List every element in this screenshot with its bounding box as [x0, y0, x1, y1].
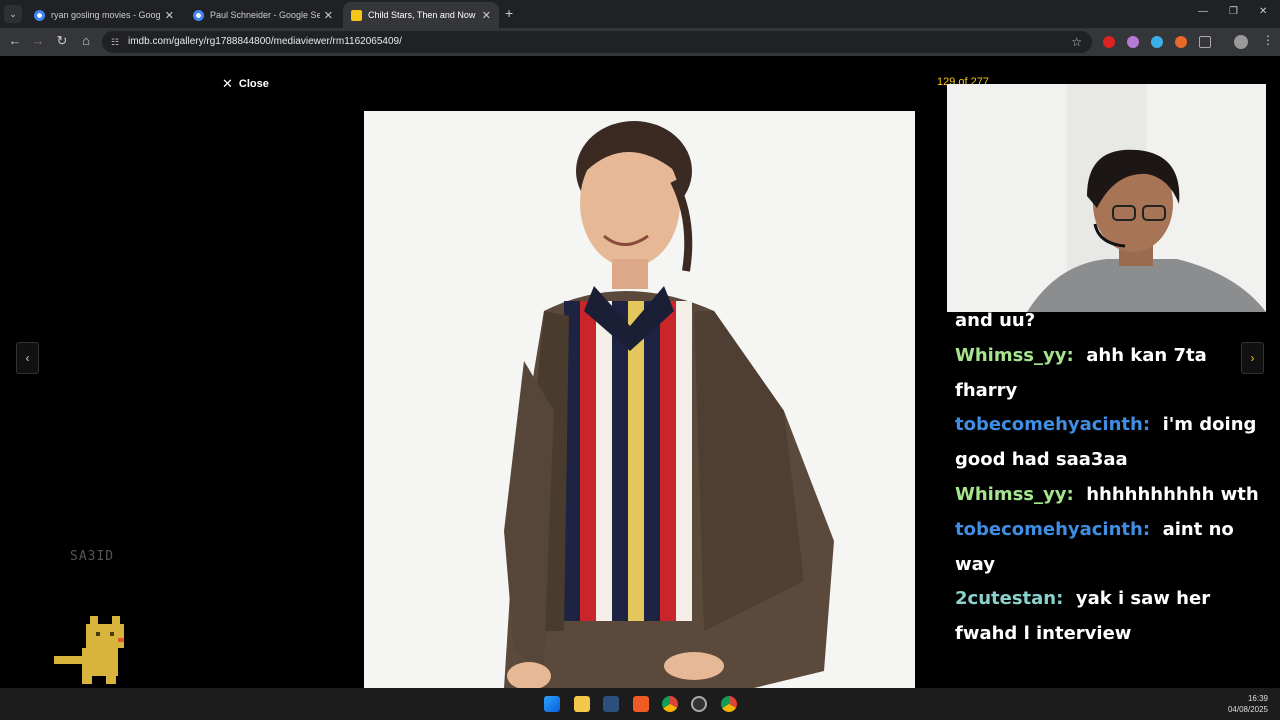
- back-icon[interactable]: ←: [6, 33, 24, 48]
- menu-icon[interactable]: ⋮: [1262, 33, 1274, 47]
- chat-line: tobecomehyacinth: i'm doing good had saa…: [955, 408, 1275, 478]
- restore-icon[interactable]: ❐: [1229, 6, 1238, 17]
- chat-username: 2cutestan:: [955, 588, 1064, 610]
- tab-search-button[interactable]: ⌄: [4, 5, 22, 23]
- site-info-icon[interactable]: ☷: [111, 31, 119, 53]
- tab-child-stars[interactable]: Child Stars, Then and Now ✕: [343, 2, 499, 28]
- address-bar[interactable]: ☷ imdb.com/gallery/rg1788844800/mediavie…: [102, 31, 1092, 53]
- obs-icon[interactable]: [691, 696, 707, 712]
- chrome-icon[interactable]: [662, 696, 678, 712]
- chat-line: 2cutestan: yak i saw her fwahd l intervi…: [955, 582, 1275, 652]
- imdb-icon: [351, 9, 362, 21]
- reload-icon[interactable]: ↻: [53, 33, 71, 49]
- gallery-photo: [364, 111, 915, 688]
- windows-start-icon[interactable]: [544, 696, 560, 712]
- brave-icon[interactable]: [633, 696, 649, 712]
- url-text: imdb.com/gallery/rg1788844800/mediaviewe…: [128, 36, 402, 47]
- google-icon: [193, 9, 204, 21]
- chat-line: tobecomehyacinth: aint no way: [955, 513, 1275, 583]
- extension-icon[interactable]: [1127, 36, 1139, 48]
- davinci-resolve-icon[interactable]: [603, 696, 619, 712]
- google-icon: [34, 9, 45, 21]
- system-clock[interactable]: 16:39 04/08/2025: [1228, 693, 1268, 715]
- browser-toolbar: ← → ↻ ⌂ ☷ imdb.com/gallery/rg1788844800/…: [0, 28, 1280, 56]
- home-icon[interactable]: ⌂: [77, 33, 95, 48]
- close-label: Close: [238, 78, 269, 90]
- forward-icon[interactable]: →: [29, 33, 47, 48]
- new-tab-button[interactable]: +: [505, 5, 513, 21]
- stream-watermark: SA3ID: [70, 549, 115, 564]
- tab-ryan-gosling[interactable]: ryan gosling movies - Google S ✕: [26, 2, 182, 28]
- window-close-icon[interactable]: ✕: [1259, 6, 1267, 17]
- chat-line: Whimss_yy: ahh kan 7ta fharry: [955, 339, 1275, 409]
- chat-line: Whimss_yy: hhhhhhhhhh wth: [955, 478, 1275, 513]
- extension-icon[interactable]: [1175, 36, 1187, 48]
- minimize-icon[interactable]: —: [1198, 6, 1208, 17]
- close-button[interactable]: ✕ Close: [222, 76, 269, 92]
- pixel-cat-sprite: [52, 612, 128, 691]
- webcam-overlay: [947, 84, 1266, 312]
- tab-strip: ⌄ ryan gosling movies - Google S ✕ Paul …: [0, 0, 1280, 28]
- chat-username: tobecomehyacinth:: [955, 518, 1151, 540]
- close-icon: ✕: [222, 76, 233, 91]
- extensions-puzzle-icon[interactable]: [1199, 36, 1211, 48]
- chat-message: and uu?: [955, 310, 1036, 331]
- file-explorer-icon[interactable]: [574, 696, 590, 712]
- close-tab-icon[interactable]: ✕: [482, 9, 491, 22]
- chrome-profile-icon[interactable]: [721, 696, 737, 712]
- extension-icon[interactable]: [1103, 36, 1115, 48]
- windows-taskbar: 16:39 04/08/2025: [0, 688, 1280, 720]
- chat-message: hhhhhhhhhh wth: [1086, 483, 1259, 505]
- chat-line: and uu?: [955, 304, 1275, 339]
- chat-overlay: and uu? Whimss_yy: ahh kan 7ta fharry to…: [955, 304, 1275, 652]
- tab-title: Paul Schneider - Google Search: [210, 10, 320, 20]
- chat-username: Whimss_yy:: [955, 344, 1074, 366]
- bookmark-star-icon[interactable]: ☆: [1071, 31, 1082, 53]
- extension-icon[interactable]: [1151, 36, 1163, 48]
- chat-username: Whimss_yy:: [955, 483, 1074, 505]
- chat-username: tobecomehyacinth:: [955, 414, 1151, 436]
- previous-image-button[interactable]: ‹: [16, 342, 39, 374]
- profile-avatar[interactable]: [1234, 35, 1248, 49]
- close-tab-icon[interactable]: ✕: [165, 9, 174, 22]
- tab-title: ryan gosling movies - Google S: [51, 10, 161, 20]
- tab-title: Child Stars, Then and Now: [368, 10, 476, 20]
- close-tab-icon[interactable]: ✕: [324, 9, 333, 22]
- tab-paul-schneider[interactable]: Paul Schneider - Google Search ✕: [185, 2, 341, 28]
- clock-date: 04/08/2025: [1227, 705, 1268, 714]
- clock-time: 16:39: [1247, 694, 1268, 703]
